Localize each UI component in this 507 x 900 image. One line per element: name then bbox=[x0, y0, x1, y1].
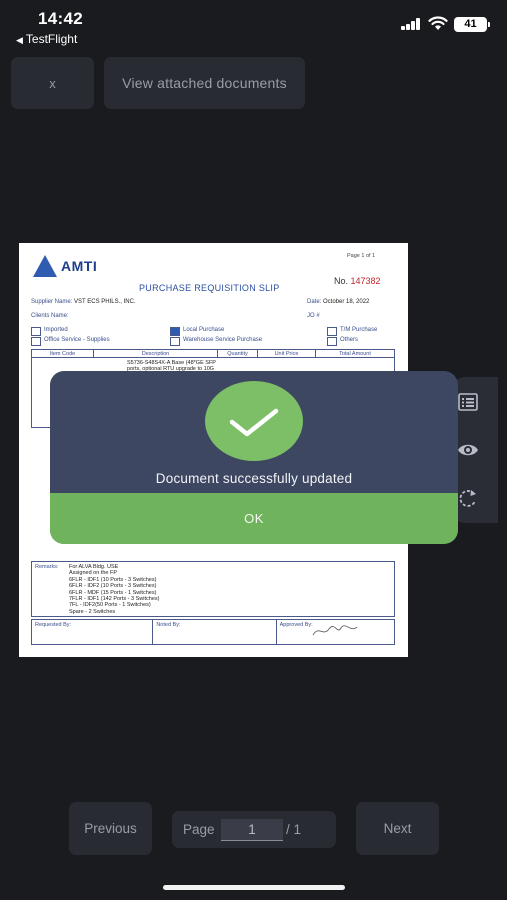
success-dialog: Document successfully updated OK bbox=[50, 371, 458, 544]
clock: 14:42 bbox=[38, 9, 83, 28]
remarks-text: For ALVA Bldg. USE Assigned on the FP 6F… bbox=[69, 564, 159, 615]
date-label: Date: bbox=[307, 299, 322, 305]
view-attached-documents-button[interactable]: View attached documents bbox=[104, 57, 305, 109]
col-total-amount: Total Amount bbox=[339, 351, 371, 357]
list-icon[interactable] bbox=[457, 391, 479, 413]
supplier-label: Supplier Name: bbox=[31, 299, 73, 305]
doc-page-of: Page 1 of 1 bbox=[347, 253, 376, 259]
jo-label: JO # bbox=[307, 313, 320, 319]
check-icon bbox=[205, 381, 303, 461]
next-button[interactable]: Next bbox=[356, 802, 439, 855]
doc-number-label: No. bbox=[334, 276, 349, 286]
remarks-line: 7FL - IDF2(50 Ports - 1 Switches) bbox=[69, 602, 151, 609]
date-row: Date: October 18, 2022 bbox=[307, 299, 369, 305]
page-number-input[interactable] bbox=[221, 819, 283, 841]
requested-by: Requested By: bbox=[32, 620, 154, 644]
supplier-value: VST ECS PHILS., INC. bbox=[74, 299, 136, 305]
status-bar: 14:42 ◀ TestFlight 41 bbox=[0, 0, 507, 50]
home-indicator[interactable] bbox=[163, 885, 345, 890]
cellular-signal-icon bbox=[401, 18, 421, 30]
page-total: / 1 bbox=[286, 822, 302, 837]
remarks-line: Spare - 2 Switches bbox=[69, 608, 116, 615]
success-message: Document successfully updated bbox=[155, 471, 353, 486]
supplier-row: Supplier Name: VST ECS PHILS., INC. bbox=[31, 299, 136, 305]
page-label: Page bbox=[183, 822, 215, 837]
doc-number: No. 147382 bbox=[334, 276, 381, 286]
remarks-line: 6FLR - IDF2 (10 Ports - 3 Switches) bbox=[69, 583, 157, 590]
close-button[interactable]: x bbox=[11, 57, 94, 109]
clients-label: Clients Name: bbox=[31, 313, 69, 319]
check-mark-icon bbox=[229, 408, 279, 437]
col-unit-price: Unit Price bbox=[258, 350, 316, 357]
imported-checkbox: Imported bbox=[31, 327, 68, 336]
eye-icon[interactable] bbox=[457, 439, 479, 461]
doc-number-value: 147382 bbox=[350, 276, 381, 286]
back-to-app-link[interactable]: ◀ TestFlight bbox=[16, 32, 77, 46]
others-checkbox: Others bbox=[327, 337, 358, 346]
local-purchase-checkbox: Local Purchase bbox=[170, 327, 224, 336]
doc-title: PURCHASE REQUISITION SLIP bbox=[139, 283, 280, 293]
items-table-header: Item Code Description Quantity Unit Pric… bbox=[31, 349, 395, 358]
noted-by: Noted By: bbox=[153, 620, 277, 644]
wifi-icon bbox=[428, 16, 448, 30]
page-indicator: Page / 1 bbox=[172, 811, 336, 848]
back-app-label: TestFlight bbox=[25, 32, 78, 46]
date-value: October 18, 2022 bbox=[323, 299, 370, 305]
remarks-label: Remarks: bbox=[35, 564, 59, 570]
back-arrow-icon: ◀ bbox=[16, 35, 23, 45]
amti-logo-icon bbox=[33, 255, 57, 277]
ok-button[interactable]: OK bbox=[50, 493, 458, 544]
office-service-checkbox: Office Service - Supplies bbox=[31, 337, 110, 346]
previous-button[interactable]: Previous bbox=[69, 802, 152, 855]
signature-scribble bbox=[312, 625, 358, 636]
col-quantity: Quantity bbox=[218, 350, 258, 357]
tm-purchase-checkbox: T/M Purchase bbox=[327, 327, 377, 336]
rotate-icon[interactable] bbox=[457, 487, 479, 509]
battery-icon: 41 bbox=[454, 17, 490, 32]
col-description: Description bbox=[94, 350, 218, 357]
logo-text: AMTI bbox=[61, 258, 98, 274]
col-item-code: Item Code bbox=[32, 350, 94, 357]
warehouse-checkbox: Warehouse Service Purchase bbox=[170, 337, 262, 346]
